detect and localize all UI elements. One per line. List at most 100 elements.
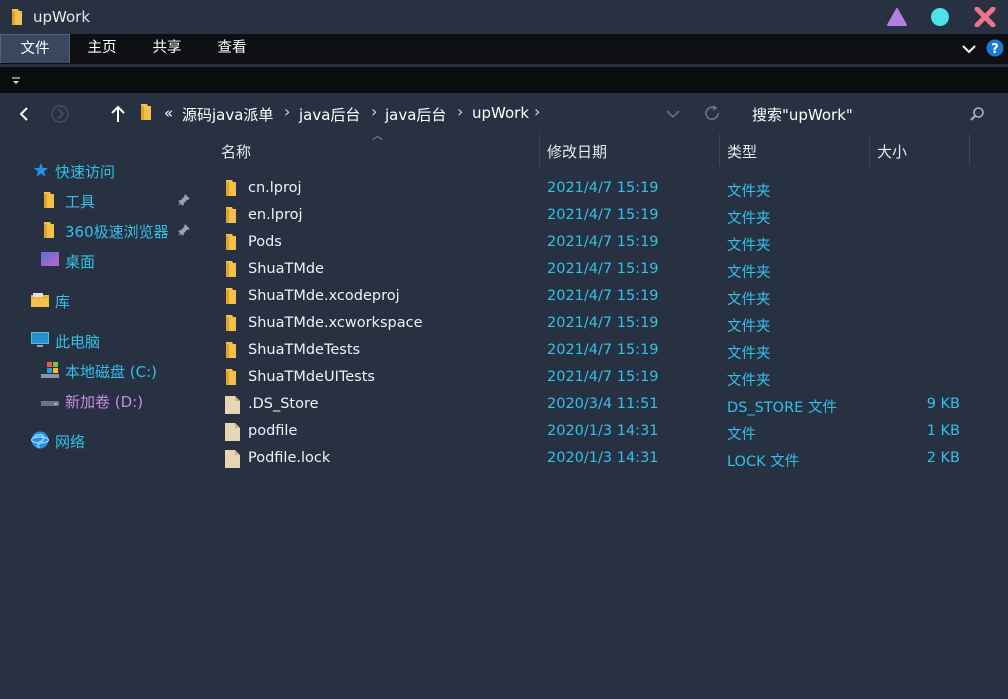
- chevron-down-icon[interactable]: [961, 43, 977, 55]
- minimize-button[interactable]: [886, 7, 908, 27]
- folder-icon: [226, 180, 236, 196]
- folder-icon: [226, 207, 236, 223]
- close-button[interactable]: [974, 7, 996, 27]
- file-row[interactable]: ShuaTMde.xcworkspace 2021/4/7 15:19 文件夹: [220, 310, 980, 337]
- file-name: .DS_Store: [248, 396, 319, 412]
- file-name: cn.lproj: [248, 180, 302, 196]
- file-type: 文件夹: [727, 184, 771, 200]
- file-row[interactable]: .DS_Store 2020/3/4 11:51 DS_STORE 文件 9 KB: [220, 391, 980, 418]
- sidebar-item-library[interactable]: 库: [55, 291, 70, 312]
- window-title: upWork: [33, 8, 91, 26]
- breadcrumb-item[interactable]: java后台: [299, 104, 360, 125]
- file-row[interactable]: en.lproj 2021/4/7 15:19 文件夹: [220, 202, 980, 229]
- forward-icon[interactable]: [50, 104, 70, 124]
- column-divider[interactable]: [869, 134, 870, 166]
- file-row[interactable]: cn.lproj 2021/4/7 15:19 文件夹: [220, 175, 980, 202]
- sidebar-item-browser[interactable]: 360极速浏览器: [65, 221, 177, 242]
- computer-icon: [31, 332, 49, 347]
- tab-home[interactable]: 主页: [70, 34, 134, 62]
- file-row[interactable]: ShuaTMde.xcodeproj 2021/4/7 15:19 文件夹: [220, 283, 980, 310]
- file-modified-date: 2021/4/7 15:19: [547, 315, 659, 331]
- file-type: 文件: [727, 427, 756, 443]
- breadcrumb-overflow[interactable]: «: [164, 104, 173, 122]
- file-type: 文件夹: [727, 238, 771, 254]
- folder-icon: [226, 342, 236, 358]
- tab-file[interactable]: 文件: [0, 34, 70, 63]
- column-header-type[interactable]: 类型: [727, 141, 757, 162]
- file-size: 1 KB: [926, 423, 960, 439]
- drive-icon: [41, 401, 59, 406]
- tab-share[interactable]: 共享: [136, 34, 198, 62]
- breadcrumb-item[interactable]: upWork: [472, 104, 529, 122]
- customize-toolbar-icon[interactable]: [8, 72, 24, 88]
- sidebar-item-desktop[interactable]: 桌面: [65, 251, 95, 272]
- sidebar-item-quick-access[interactable]: 快速访问: [55, 161, 115, 182]
- column-header-name[interactable]: 名称: [221, 141, 251, 162]
- quick-access-toolbar: [0, 66, 1008, 93]
- folder-icon: [141, 104, 151, 120]
- svg-text:?: ?: [991, 42, 999, 57]
- file-row[interactable]: podfile 2020/1/3 14:31 文件 1 KB: [220, 418, 980, 445]
- file-modified-date: 2021/4/7 15:19: [547, 261, 659, 277]
- file-row[interactable]: Podfile.lock 2020/1/3 14:31 LOCK 文件 2 KB: [220, 445, 980, 472]
- file-row[interactable]: ShuaTMdeUITests 2021/4/7 15:19 文件夹: [220, 364, 980, 391]
- breadcrumb-separator-icon[interactable]: ›: [457, 102, 463, 121]
- folder-icon: [44, 192, 54, 208]
- pin-icon[interactable]: [177, 223, 191, 237]
- file-row[interactable]: ShuaTMdeTests 2021/4/7 15:19 文件夹: [220, 337, 980, 364]
- file-icon: [225, 450, 240, 468]
- column-divider[interactable]: [719, 134, 720, 166]
- folder-icon: [226, 315, 236, 331]
- help-icon[interactable]: ?: [986, 39, 1004, 57]
- sidebar-item-network[interactable]: 网络: [55, 431, 85, 452]
- tab-view[interactable]: 查看: [200, 34, 264, 62]
- file-icon: [225, 423, 240, 441]
- file-modified-date: 2021/4/7 15:19: [547, 234, 659, 250]
- breadcrumb-item[interactable]: java后台: [385, 104, 446, 125]
- file-type: 文件夹: [727, 346, 771, 362]
- breadcrumb-separator-icon[interactable]: ›: [371, 102, 377, 121]
- history-dropdown-icon[interactable]: [665, 108, 681, 120]
- sidebar-item-drive-d[interactable]: 新加卷 (D:): [65, 391, 143, 412]
- column-divider[interactable]: [969, 134, 970, 166]
- file-modified-date: 2021/4/7 15:19: [547, 342, 659, 358]
- maximize-button[interactable]: [929, 7, 951, 27]
- file-modified-date: 2021/4/7 15:19: [547, 180, 659, 196]
- file-type: 文件夹: [727, 265, 771, 281]
- folder-icon: [12, 9, 22, 25]
- search-input[interactable]: 搜索"upWork": [752, 104, 853, 125]
- file-name: Podfile.lock: [248, 450, 331, 466]
- column-divider[interactable]: [539, 134, 540, 166]
- sidebar-item-tools[interactable]: 工具: [65, 191, 95, 212]
- file-modified-date: 2020/3/4 11:51: [547, 396, 659, 412]
- file-name: Pods: [248, 234, 282, 250]
- breadcrumb-separator-icon[interactable]: ›: [534, 102, 540, 121]
- sidebar-item-this-pc[interactable]: 此电脑: [55, 331, 100, 352]
- breadcrumb-separator-icon[interactable]: ›: [284, 102, 290, 121]
- search-icon[interactable]: [969, 106, 985, 122]
- sidebar-item-drive-c[interactable]: 本地磁盘 (C:): [65, 361, 157, 382]
- file-name: ShuaTMdeTests: [248, 342, 361, 358]
- breadcrumb-item[interactable]: 源码java派单: [182, 104, 273, 125]
- file-icon: [225, 396, 240, 414]
- title-bar: upWork: [0, 0, 1008, 34]
- refresh-icon[interactable]: [703, 104, 721, 122]
- file-row[interactable]: ShuaTMde 2021/4/7 15:19 文件夹: [220, 256, 980, 283]
- ribbon-tabs: 文件 主页 共享 查看 ?: [0, 34, 1008, 64]
- column-header-size[interactable]: 大小: [877, 141, 907, 162]
- network-icon: [31, 431, 49, 449]
- file-name: ShuaTMde.xcworkspace: [248, 315, 423, 331]
- library-icon: [31, 293, 49, 307]
- up-icon[interactable]: [110, 104, 126, 124]
- star-icon: [34, 163, 48, 177]
- file-size: 9 KB: [926, 396, 960, 412]
- file-row[interactable]: Pods 2021/4/7 15:19 文件夹: [220, 229, 980, 256]
- back-icon[interactable]: [17, 106, 31, 122]
- pin-icon[interactable]: [177, 193, 191, 207]
- column-header-date[interactable]: 修改日期: [547, 141, 607, 162]
- file-size: 2 KB: [926, 450, 960, 466]
- file-modified-date: 2020/1/3 14:31: [547, 450, 659, 466]
- file-type: 文件夹: [727, 319, 771, 335]
- file-modified-date: 2020/1/3 14:31: [547, 423, 659, 439]
- folder-icon: [226, 288, 236, 304]
